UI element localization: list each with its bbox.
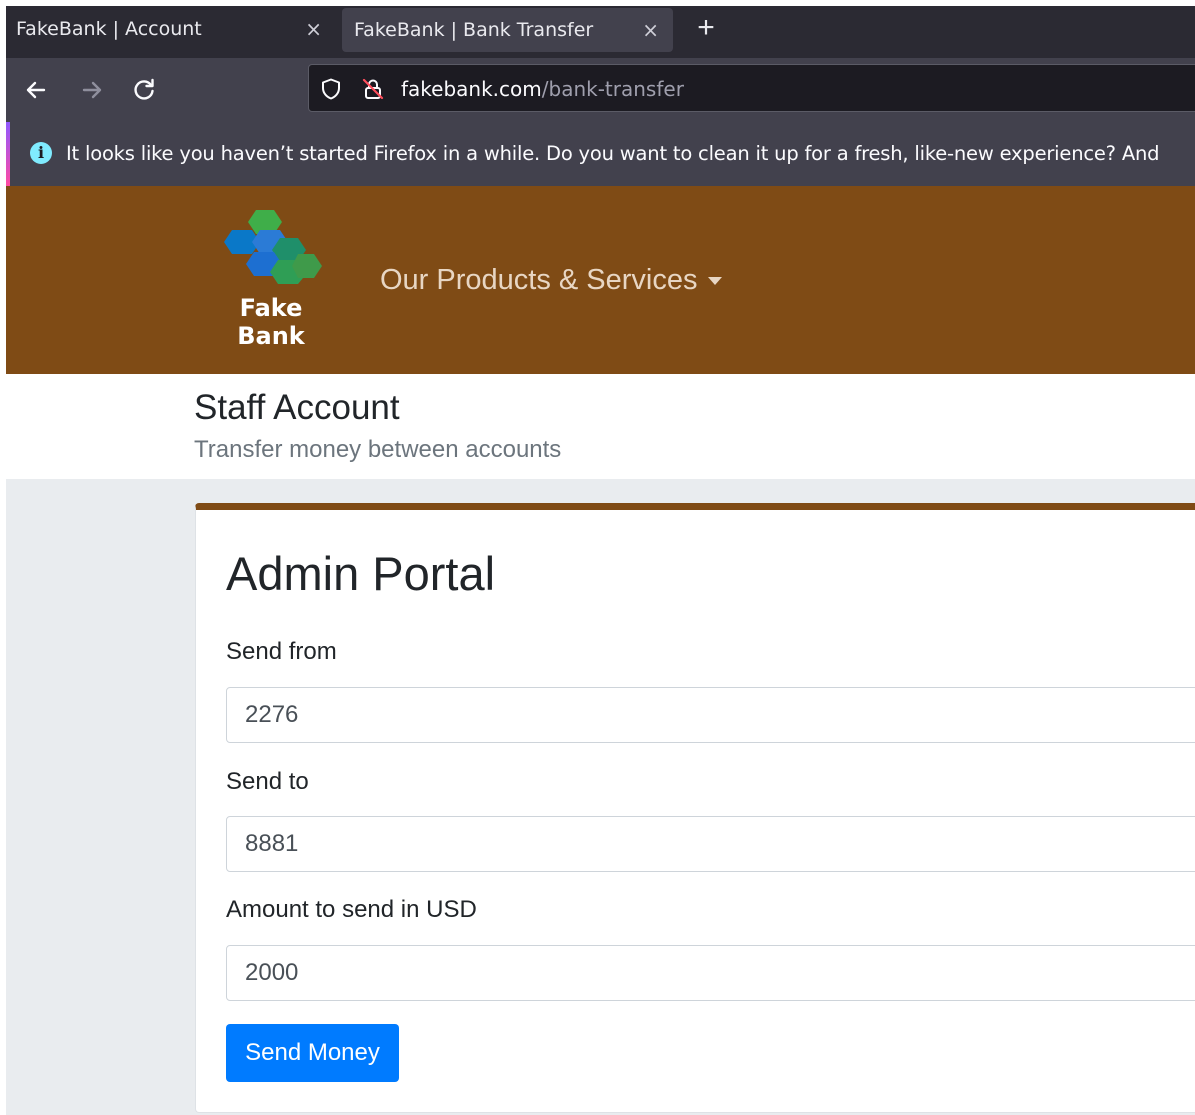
logo-wordmark[interactable]: Fake Bank bbox=[236, 294, 306, 350]
caret-down-icon bbox=[707, 276, 722, 285]
notification-accent bbox=[6, 122, 10, 186]
card-title: Admin Portal bbox=[226, 547, 496, 600]
logo-line-2: Bank bbox=[237, 322, 305, 350]
new-tab-button[interactable]: + bbox=[694, 11, 718, 45]
notification-message: It looks like you haven’t started Firefo… bbox=[66, 142, 1160, 165]
page-title: Staff Account bbox=[194, 388, 400, 427]
send-to-label: Send to bbox=[226, 768, 309, 795]
info-icon: i bbox=[30, 142, 52, 164]
lock-warning-icon[interactable] bbox=[361, 77, 385, 101]
tab-account[interactable]: FakeBank | Account × bbox=[6, 6, 336, 52]
close-icon[interactable]: × bbox=[305, 17, 322, 41]
browser-toolbar: fakebank.com/bank-transfer bbox=[6, 58, 1195, 122]
products-services-dropdown[interactable]: Our Products & Services bbox=[380, 264, 722, 297]
back-arrow-icon[interactable] bbox=[22, 76, 50, 104]
tab-strip: FakeBank | Account × FakeBank | Bank Tra… bbox=[6, 6, 1195, 58]
page-subtitle: Transfer money between accounts bbox=[194, 436, 562, 463]
tab-title: FakeBank | Bank Transfer bbox=[354, 19, 594, 41]
admin-portal-card: Admin Portal Send from Send to Amount to… bbox=[195, 503, 1195, 1113]
send-money-button[interactable]: Send Money bbox=[226, 1024, 399, 1082]
send-from-input[interactable] bbox=[226, 687, 1195, 743]
amount-input[interactable] bbox=[226, 945, 1195, 1001]
send-from-label: Send from bbox=[226, 638, 337, 665]
site-header: Fake Bank Our Products & Services bbox=[6, 186, 1195, 374]
amount-label: Amount to send in USD bbox=[226, 896, 477, 923]
url-bar[interactable]: fakebank.com/bank-transfer bbox=[308, 64, 1195, 112]
forward-arrow-icon[interactable] bbox=[78, 76, 106, 104]
notification-bar: i It looks like you haven’t started Fire… bbox=[6, 122, 1195, 186]
send-to-input[interactable] bbox=[226, 816, 1195, 872]
fakebank-logo-icon[interactable] bbox=[218, 208, 322, 296]
shield-icon[interactable] bbox=[319, 77, 343, 101]
url-text[interactable]: fakebank.com/bank-transfer bbox=[401, 77, 684, 101]
browser-window: FakeBank | Account × FakeBank | Bank Tra… bbox=[6, 6, 1195, 1115]
tab-title: FakeBank | Account bbox=[16, 18, 202, 40]
products-services-label: Our Products & Services bbox=[380, 264, 698, 296]
content-area: Admin Portal Send from Send to Amount to… bbox=[6, 479, 1195, 1115]
url-path: /bank-transfer bbox=[541, 77, 684, 101]
logo-line-1: Fake bbox=[239, 294, 303, 322]
close-icon[interactable]: × bbox=[642, 18, 659, 42]
url-host: fakebank.com bbox=[401, 77, 542, 101]
tab-bank-transfer[interactable]: FakeBank | Bank Transfer × bbox=[342, 8, 673, 52]
reload-icon[interactable] bbox=[130, 76, 158, 104]
page-header: Staff Account Transfer money between acc… bbox=[6, 374, 1195, 479]
